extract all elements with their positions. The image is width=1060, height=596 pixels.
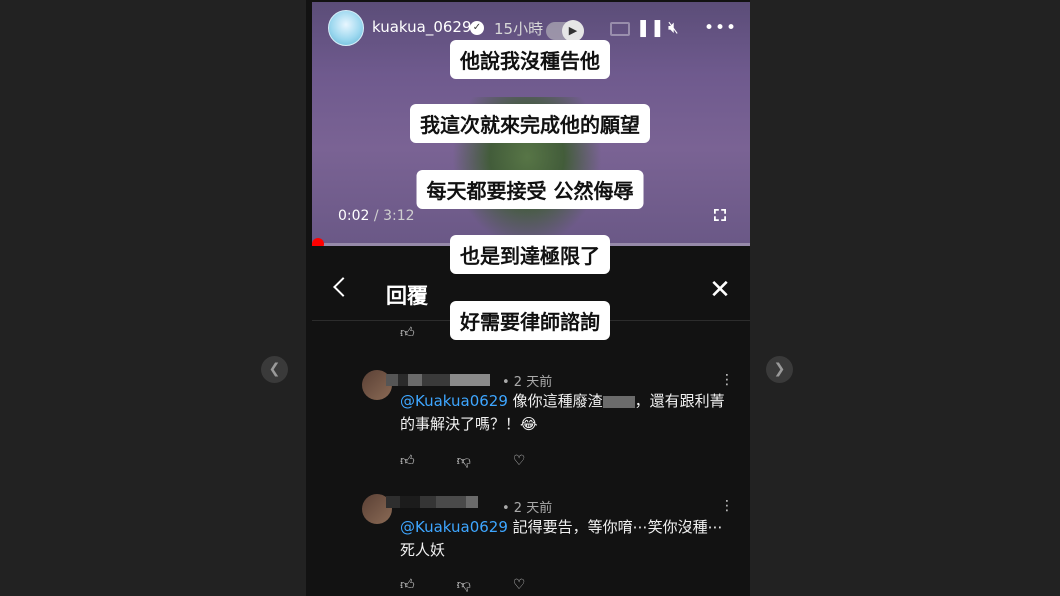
more-options-icon[interactable]: ••• (704, 18, 737, 38)
blurred-username (386, 496, 478, 508)
avatar[interactable] (328, 10, 364, 46)
progress-scrubber[interactable] (312, 238, 324, 246)
duration: 3:12 (383, 208, 415, 224)
prev-comment-actions: 👍︎ (400, 324, 415, 341)
mute-icon[interactable]: 🔇︎ (668, 18, 679, 38)
caption-5: 好需要律師諮詢 (450, 301, 610, 340)
story-username[interactable]: kuakua_0629 (372, 18, 472, 36)
more-vertical-icon[interactable]: ⋮ (720, 499, 734, 513)
back-arrow-icon[interactable] (333, 277, 353, 297)
caption-2: 我這次就來完成他的願望 (410, 104, 650, 143)
thumb-up-icon[interactable]: 👍︎ (400, 325, 415, 341)
caption-1: 他說我沒種告他 (450, 40, 610, 79)
thumb-up-icon[interactable]: 👍︎ (400, 576, 415, 593)
verified-badge-icon: ✓ (470, 21, 484, 35)
thumb-down-icon[interactable]: 👎︎ (457, 452, 471, 469)
story-time-ago: 15小時 (494, 20, 544, 38)
previous-story-button[interactable]: ❮ (261, 356, 288, 383)
comment-text: @Kuakua0629 記得要告，等你唷⋯笑你沒種⋯死人妖 (400, 516, 730, 562)
reply-panel-title: 回覆 (386, 284, 428, 308)
heart-icon[interactable]: ♡ (513, 453, 526, 469)
thumb-down-icon[interactable]: 👎︎ (457, 576, 471, 593)
comment-actions: 👍︎ 👎︎ ♡ (400, 452, 567, 469)
blurred-word (602, 395, 635, 408)
comment-time: • 2 天前 (502, 375, 553, 390)
caption-3: 每天都要接受 公然侮辱 (416, 170, 644, 209)
next-story-button[interactable]: ❯ (766, 356, 793, 383)
caption-4: 也是到達極限了 (450, 235, 610, 274)
time-display: 0:02 / 3:12 (338, 208, 415, 224)
blurred-username (386, 374, 490, 386)
pause-icon[interactable]: ❚❚ (636, 18, 665, 38)
story-viewer: kuakua_0629 ✓ 15小時 ▶ ❚❚ 🔇︎ ••• 0:02 / 3:… (306, 0, 750, 596)
comment-actions: 👍︎ 👎︎ ♡ (400, 576, 567, 593)
comment-body: 像你這種廢渣 (507, 392, 603, 410)
heart-icon[interactable]: ♡ (513, 577, 526, 593)
fullscreen-icon[interactable] (714, 209, 726, 221)
mention-link[interactable]: @Kuakua0629 (400, 392, 508, 410)
comment-text: @Kuakua0629 像你這種廢渣 ，還有跟利菁的事解決了嗎？！😂 (400, 390, 730, 436)
current-time: 0:02 (338, 208, 370, 224)
play-icon[interactable]: ▶ (562, 20, 584, 42)
mention-link[interactable]: @Kuakua0629 (400, 518, 508, 536)
thumb-up-icon[interactable]: 👍︎ (400, 452, 415, 469)
cast-icon[interactable] (610, 22, 630, 36)
comment-time: • 2 天前 (502, 501, 553, 516)
close-icon[interactable]: ✕ (708, 277, 732, 303)
more-vertical-icon[interactable]: ⋮ (720, 373, 734, 387)
